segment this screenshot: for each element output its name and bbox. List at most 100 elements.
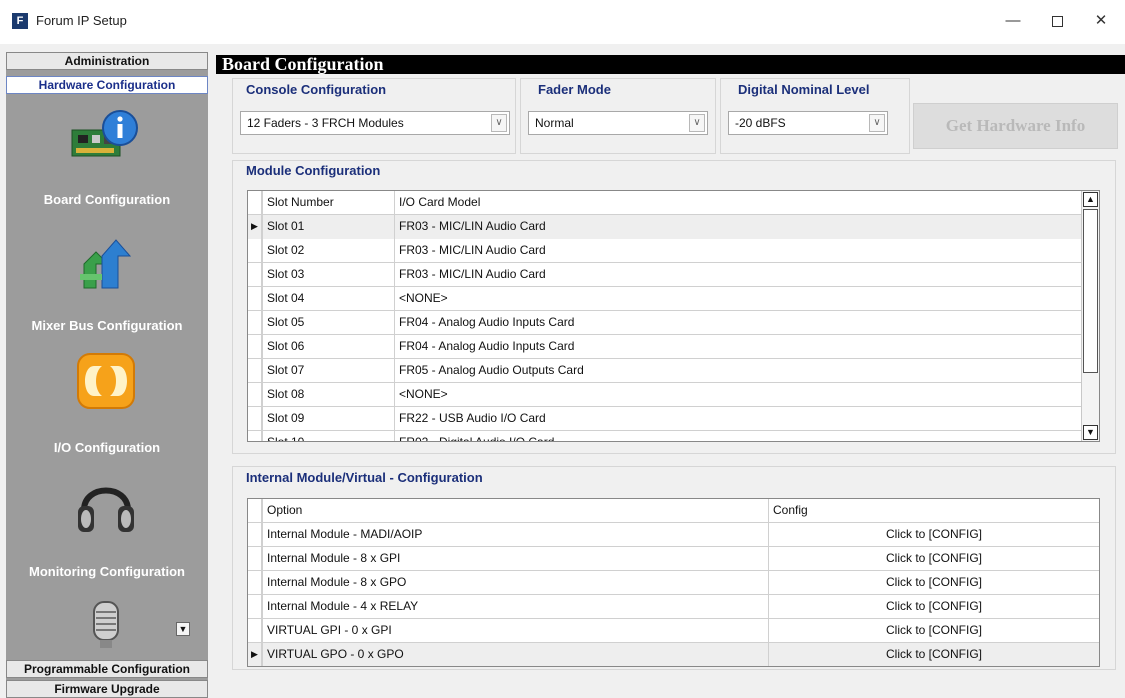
table-row[interactable]: Internal Module - 4 x RELAY Click to [CON… — [248, 595, 1099, 619]
io-icon — [77, 353, 135, 409]
row-indicator — [248, 335, 262, 359]
scroll-down-button[interactable]: ▼ — [1083, 425, 1098, 440]
table-cell[interactable]: Slot 02 — [262, 239, 394, 263]
table-row[interactable]: ▶ Slot 01 FR03 - MIC/LIN Audio Card — [248, 215, 1081, 239]
table-row[interactable]: Internal Module - 8 x GPO Click to [CONFI… — [248, 571, 1099, 595]
table-cell[interactable]: FR22 - USB Audio I/O Card — [394, 407, 1081, 431]
sidebar-item-label: Board Configuration — [43, 192, 171, 207]
table-row[interactable]: Slot 07 FR05 - Analog Audio Outputs Card — [248, 359, 1081, 383]
table-row[interactable]: Slot 02 FR03 - MIC/LIN Audio Card — [248, 239, 1081, 263]
table-cell[interactable]: FR03 - MIC/LIN Audio Card — [394, 263, 1081, 287]
tab-programmable-configuration[interactable]: Programmable Configuration — [6, 660, 208, 678]
table-row[interactable]: Slot 10 FR02 - Digital Audio I/O Card — [248, 431, 1081, 441]
table-cell[interactable]: Internal Module - 4 x RELAY — [262, 595, 768, 619]
table-cell[interactable]: Slot 05 — [262, 311, 394, 335]
fader-mode-value: Normal — [535, 116, 574, 130]
tab-hardware-configuration[interactable]: Hardware Configuration — [6, 76, 208, 94]
table-cell[interactable]: Internal Module - 8 x GPI — [262, 547, 768, 571]
table-row[interactable]: VIRTUAL GPI - 0 x GPI Click to [CONFIG] — [248, 619, 1099, 643]
row-indicator — [248, 311, 262, 335]
table-cell[interactable]: Slot 09 — [262, 407, 394, 431]
sidebar-item-monitoring-configuration[interactable]: Monitoring Configuration — [6, 472, 208, 582]
fader-mode-select[interactable]: Normal ∨ — [528, 111, 708, 135]
table-cell[interactable]: Internal Module - 8 x GPO — [262, 571, 768, 595]
table-row[interactable]: Slot 09 FR22 - USB Audio I/O Card — [248, 407, 1081, 431]
table-cell[interactable]: <NONE> — [394, 383, 1081, 407]
table-cell[interactable]: Slot 03 — [262, 263, 394, 287]
scroll-thumb[interactable] — [1083, 209, 1098, 373]
row-indicator — [248, 287, 262, 311]
table-row[interactable]: Internal Module - MADI/AOIP Click to [CON… — [248, 523, 1099, 547]
sidebar-item-board-configuration[interactable]: Board Configuration — [6, 104, 208, 214]
row-indicator: ▶ — [248, 215, 262, 239]
table-cell[interactable]: FR03 - MIC/LIN Audio Card — [394, 239, 1081, 263]
sidebar-item-label: I/O Configuration — [53, 440, 161, 455]
internal-configuration-table: Option Config Internal Module - MADI/AOIP C… — [247, 498, 1100, 667]
sidebar: Administration Hardware Configuration Bo… — [6, 52, 208, 698]
vertical-scrollbar[interactable]: ▲ ▼ — [1081, 191, 1099, 441]
table-cell[interactable]: FR02 - Digital Audio I/O Card — [394, 431, 1081, 441]
chevron-down-icon: ∨ — [491, 114, 507, 132]
table-cell[interactable]: Click to [CONFIG] — [768, 523, 1099, 547]
console-configuration-select[interactable]: 12 Faders - 3 FRCH Modules ∨ — [240, 111, 510, 135]
row-indicator — [248, 407, 262, 431]
minimize-button[interactable]: — — [990, 6, 1036, 36]
table-header-row: Slot Number I/O Card Model — [248, 191, 1081, 215]
table-cell[interactable]: Internal Module - MADI/AOIP — [262, 523, 768, 547]
table-row[interactable]: Slot 05 FR04 - Analog Audio Inputs Card — [248, 311, 1081, 335]
tab-administration[interactable]: Administration — [6, 52, 208, 70]
digital-level-label: Digital Nominal Level — [738, 82, 870, 97]
sidebar-item-io-configuration[interactable]: I/O Configuration — [6, 348, 208, 458]
table-cell[interactable]: Slot 04 — [262, 287, 394, 311]
table-cell[interactable]: Slot 06 — [262, 335, 394, 359]
board-icon — [71, 110, 138, 157]
row-indicator — [248, 359, 262, 383]
table-cell[interactable]: Click to [CONFIG] — [768, 547, 1099, 571]
row-indicator — [248, 383, 262, 407]
table-cell[interactable]: FR04 - Analog Audio Inputs Card — [394, 311, 1081, 335]
table-cell[interactable]: Click to [CONFIG] — [768, 571, 1099, 595]
module-configuration-table: Slot Number I/O Card Model ▶ Slot 01 FR03 - … — [247, 190, 1100, 442]
internal-configuration-title: Internal Module/Virtual - Configuration — [246, 470, 483, 485]
sidebar-item-label: Monitoring Configuration — [29, 564, 185, 579]
table-cell[interactable]: <NONE> — [394, 287, 1081, 311]
app-icon: F — [12, 13, 28, 29]
scroll-up-button[interactable]: ▲ — [1083, 192, 1098, 207]
table-cell[interactable]: VIRTUAL GPI - 0 x GPI — [262, 619, 768, 643]
table-row[interactable]: Slot 03 FR03 - MIC/LIN Audio Card — [248, 263, 1081, 287]
digital-level-value: -20 dBFS — [735, 116, 786, 130]
console-configuration-label: Console Configuration — [246, 82, 387, 97]
table-cell[interactable]: VIRTUAL GPO - 0 x GPO — [262, 643, 768, 666]
row-indicator — [248, 239, 262, 263]
table-row[interactable]: Slot 08 <NONE> — [248, 383, 1081, 407]
table-cell[interactable]: Click to [CONFIG] — [768, 595, 1099, 619]
close-button[interactable]: ✕ — [1078, 6, 1124, 36]
table-row[interactable]: ▶ VIRTUAL GPO - 0 x GPO Click to [CONFIG] — [248, 643, 1099, 666]
table-cell[interactable]: Slot 01 — [262, 215, 394, 239]
table-cell[interactable]: Slot 08 — [262, 383, 394, 407]
table-row[interactable]: Internal Module - 8 x GPI Click to [CONFI… — [248, 547, 1099, 571]
table-cell[interactable]: Click to [CONFIG] — [768, 619, 1099, 643]
module-configuration-title: Module Configuration — [246, 163, 381, 178]
column-header: Config — [768, 499, 1099, 523]
sidebar-item-mixer-bus-configuration[interactable]: Mixer Bus Configuration — [6, 228, 208, 338]
table-cell[interactable]: Slot 10 — [262, 431, 394, 441]
table-cell[interactable]: Click to [CONFIG] — [768, 643, 1099, 666]
table-cell[interactable]: FR03 - MIC/LIN Audio Card — [394, 215, 1081, 239]
title-bar: F Forum IP Setup — ✕ — [0, 0, 1125, 44]
column-header: I/O Card Model — [394, 191, 1081, 215]
row-indicator — [248, 191, 262, 215]
table-cell[interactable]: FR04 - Analog Audio Inputs Card — [394, 335, 1081, 359]
table-row[interactable]: Slot 06 FR04 - Analog Audio Inputs Card — [248, 335, 1081, 359]
maximize-button[interactable] — [1034, 6, 1080, 36]
get-hardware-info-button[interactable]: Get Hardware Info — [913, 103, 1118, 149]
sidebar-scroll-down-button[interactable]: ▼ — [176, 622, 190, 636]
fader-mode-label: Fader Mode — [538, 82, 611, 97]
tab-firmware-upgrade[interactable]: Firmware Upgrade — [6, 680, 208, 698]
table-cell[interactable]: FR05 - Analog Audio Outputs Card — [394, 359, 1081, 383]
table-row[interactable]: Slot 04 <NONE> — [248, 287, 1081, 311]
row-indicator: ▶ — [248, 643, 262, 666]
digital-level-select[interactable]: -20 dBFS ∨ — [728, 111, 888, 135]
row-indicator — [248, 431, 262, 441]
table-cell[interactable]: Slot 07 — [262, 359, 394, 383]
